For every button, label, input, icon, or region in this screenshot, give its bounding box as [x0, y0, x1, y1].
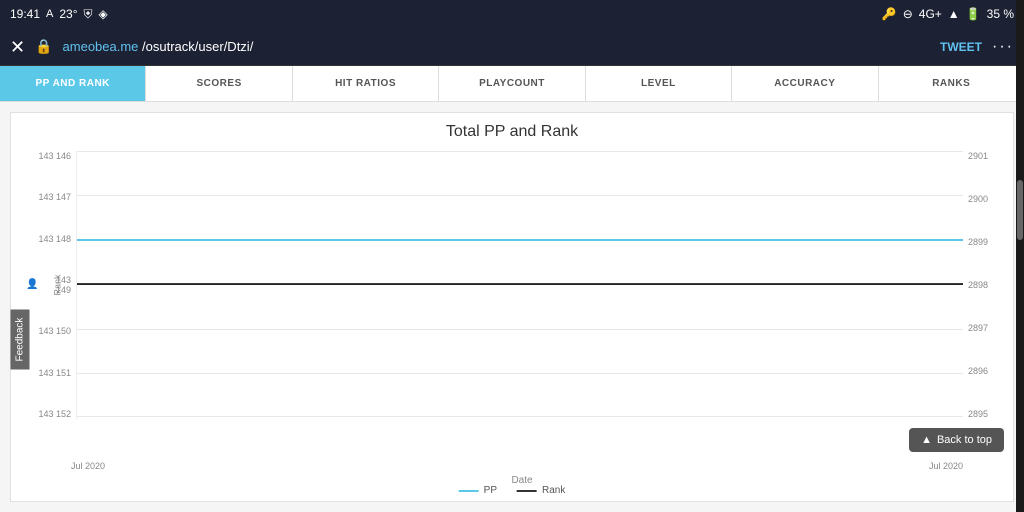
- battery-percent: 35 %: [987, 7, 1014, 21]
- legend-pp-line: [459, 490, 479, 492]
- signal-strength: 4G+: [919, 7, 942, 21]
- time: 19:41: [10, 7, 40, 21]
- tweet-button[interactable]: TWEET: [940, 40, 982, 54]
- chart-svg: [77, 151, 963, 419]
- tab-ranks[interactable]: RANKS: [879, 66, 1024, 101]
- tab-scores[interactable]: SCORES: [146, 66, 292, 101]
- dnd-icon: ⊖: [903, 7, 913, 21]
- y-axis-left: 143 146 143 147 143 148 👤 143 149 143 15…: [21, 151, 76, 419]
- chart-title: Total PP and Rank: [21, 123, 1003, 141]
- url-highlight: ameobea.me: [63, 39, 139, 54]
- nav-tabs: PP AND RANK SCORES HIT RATIOS PLAYCOUNT …: [0, 66, 1024, 102]
- browser-bar: ✕ 🔒 ameobea.me /osutrack/user/Dtzi/ TWEE…: [0, 28, 1024, 66]
- chart-container: Total PP and Rank 143 146 143 147 143 14…: [10, 112, 1014, 502]
- main-content: Total PP and Rank 143 146 143 147 143 14…: [0, 102, 1024, 512]
- y-right-0: 2901: [968, 151, 998, 161]
- back-to-top-button[interactable]: ▲ Back to top: [909, 428, 1004, 452]
- tab-pp-rank[interactable]: PP AND RANK: [0, 66, 146, 101]
- y-right-1: 2900: [968, 194, 998, 204]
- y-left-2: 143 148: [26, 234, 71, 244]
- y-axis-right: 2901 2900 2899 2898 2897 2896 2895: [963, 151, 1003, 419]
- tab-level[interactable]: LEVEL: [586, 66, 732, 101]
- chart-legend: PP Rank: [459, 485, 566, 496]
- tab-accuracy[interactable]: ACCURACY: [732, 66, 878, 101]
- y-left-6: 143 152: [26, 409, 71, 419]
- feedback-label: Feedback: [15, 318, 26, 362]
- tab-hit-ratios[interactable]: HIT RATIOS: [293, 66, 439, 101]
- app-icon-2: ◈: [99, 7, 108, 21]
- y-left-1: 143 147: [26, 192, 71, 202]
- scroll-indicator: [1016, 0, 1024, 512]
- tab-playcount[interactable]: PLAYCOUNT: [439, 66, 585, 101]
- y-right-3: 2898: [968, 280, 998, 290]
- y-left-3: 👤 143 149: [26, 275, 71, 295]
- status-right: 🔑 ⊖ 4G+ ▲ 🔋 35 %: [882, 7, 1014, 21]
- legend-rank: Rank: [517, 485, 565, 496]
- legend-pp-label: PP: [484, 485, 497, 496]
- y-left-5: 143 151: [26, 368, 71, 378]
- app-icon-1: ⛨: [84, 7, 93, 22]
- x-label-right: Jul 2020: [929, 461, 963, 471]
- y-right-6: 2895: [968, 409, 998, 419]
- battery-icon: 🔋: [966, 7, 981, 21]
- y-left-4: 143 150: [26, 326, 71, 336]
- feedback-tab[interactable]: Feedback: [11, 310, 30, 370]
- y-right-2: 2899: [968, 237, 998, 247]
- x-label-left: Jul 2020: [71, 461, 105, 471]
- chart-inner: Rank: [76, 151, 963, 419]
- right-chevron-icon[interactable]: ›: [1006, 246, 1012, 267]
- wifi-icon: ▲: [948, 7, 960, 21]
- y-right-5: 2896: [968, 366, 998, 376]
- y-right-4: 2897: [968, 323, 998, 333]
- status-left: 19:41 A 23° ⛨ ◈: [10, 7, 108, 22]
- y-axis-label: Rank: [53, 274, 63, 295]
- x-axis: Jul 2020 Jul 2020: [71, 461, 963, 471]
- y-left-0: 143 146: [26, 151, 71, 161]
- legend-pp: PP: [459, 485, 497, 496]
- arrow-up-icon: ▲: [921, 434, 932, 446]
- back-to-top-label: Back to top: [937, 434, 992, 446]
- status-bar: 19:41 A 23° ⛨ ◈ 🔑 ⊖ 4G+ ▲ 🔋 35 %: [0, 0, 1024, 28]
- url-bar[interactable]: ameobea.me /osutrack/user/Dtzi/: [63, 39, 930, 54]
- scroll-thumb[interactable]: [1017, 180, 1023, 240]
- legend-rank-line: [517, 490, 537, 492]
- chart-area: 143 146 143 147 143 148 👤 143 149 143 15…: [21, 151, 1003, 419]
- more-options-button[interactable]: ···: [992, 38, 1014, 56]
- vpn-icon: 🔑: [882, 7, 897, 21]
- legend-rank-label: Rank: [542, 485, 565, 496]
- lock-icon: 🔒: [35, 38, 52, 55]
- url-path: /osutrack/user/Dtzi/: [142, 39, 253, 54]
- temperature: 23°: [59, 7, 77, 21]
- android-icon: A: [46, 8, 53, 20]
- person-icon: 👤: [26, 279, 38, 290]
- close-button[interactable]: ✕: [10, 38, 25, 56]
